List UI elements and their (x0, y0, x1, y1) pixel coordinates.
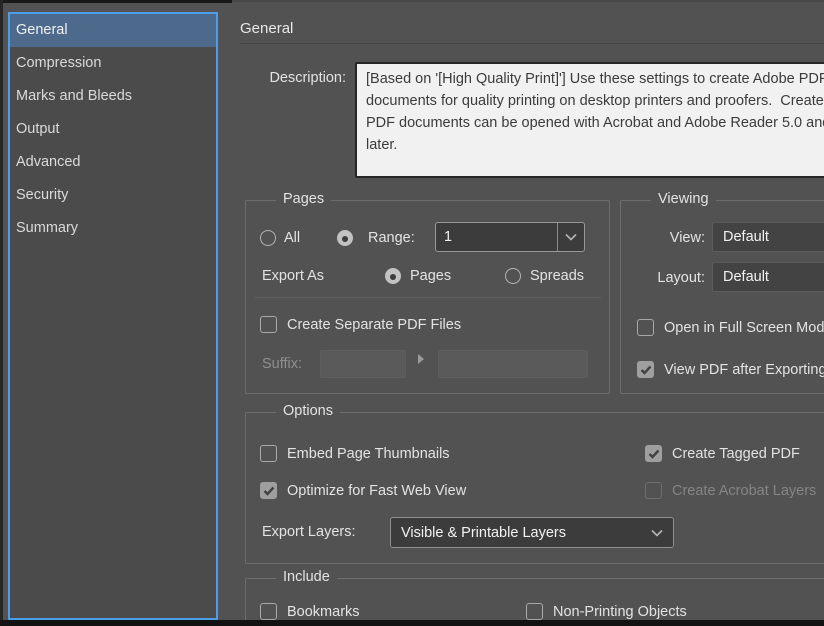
non-printing-objects-checkbox[interactable] (526, 603, 543, 620)
embed-thumbnails-label: Embed Page Thumbnails (287, 439, 450, 469)
optimize-fast-web-checkbox[interactable] (260, 482, 277, 499)
page-range-combobox[interactable]: 1 (435, 222, 585, 252)
options-group-legend: Options (276, 403, 340, 419)
embed-thumbnails-checkbox[interactable] (260, 445, 277, 462)
sidebar-item-output[interactable]: Output (10, 113, 216, 146)
export-as-pages-label: Pages (410, 261, 451, 291)
optimize-fast-web-label: Optimize for Fast Web View (287, 476, 466, 506)
checkmark-icon (263, 486, 275, 496)
export-as-pages-radio[interactable] (385, 268, 401, 284)
sidebar-item-marks-and-bleeds[interactable]: Marks and Bleeds (10, 80, 216, 113)
export-layers-dropdown[interactable]: Visible & Printable Layers (390, 517, 674, 548)
description-line: PDF documents can be opened with Acrobat… (366, 112, 824, 134)
view-pdf-after-export-label: View PDF after Exporting (664, 355, 824, 385)
export-as-spreads-radio[interactable] (505, 268, 521, 284)
description-textarea[interactable]: [Based on '[High Quality Print]'] Use th… (355, 62, 824, 178)
description-line: documents for quality printing on deskto… (366, 90, 824, 112)
viewing-group: Viewing View: Default Layout: Default Op… (620, 200, 824, 394)
create-tagged-pdf-checkbox[interactable] (645, 445, 662, 462)
sidebar-item-advanced[interactable]: Advanced (10, 146, 216, 179)
sidebar-item-compression[interactable]: Compression (10, 47, 216, 80)
sidebar-item-summary[interactable]: Summary (10, 212, 216, 245)
settings-category-list: General Compression Marks and Bleeds Out… (8, 12, 218, 620)
description-label: Description: (240, 70, 346, 86)
export-layers-label: Export Layers: (262, 517, 356, 548)
suffix-preview-input (438, 350, 588, 378)
chevron-down-icon (651, 529, 663, 537)
arrow-right-icon (417, 353, 425, 365)
sidebar-item-general[interactable]: General (10, 14, 216, 47)
layout-label: Layout: (621, 263, 705, 293)
pages-all-label: All (284, 223, 300, 253)
suffix-label: Suffix: (262, 349, 302, 379)
description-line: later. (366, 134, 824, 156)
view-pdf-after-export-checkbox[interactable] (637, 361, 654, 378)
view-dropdown[interactable]: Default (712, 222, 824, 252)
view-label: View: (621, 223, 705, 253)
bookmarks-checkbox[interactable] (260, 603, 277, 620)
open-fullscreen-checkbox[interactable] (637, 319, 654, 336)
window-left-edge (0, 0, 3, 626)
page-range-dropdown-button[interactable] (557, 223, 584, 251)
pages-range-radio[interactable] (337, 230, 353, 246)
checkmark-icon (648, 449, 660, 459)
page-range-value[interactable]: 1 (436, 229, 557, 245)
header-divider (240, 43, 824, 44)
open-fullscreen-label: Open in Full Screen Mode (664, 313, 824, 343)
create-acrobat-layers-checkbox (645, 482, 662, 499)
window-top-left-edge (0, 0, 232, 3)
create-tagged-pdf-label: Create Tagged PDF (672, 439, 800, 469)
create-acrobat-layers-label: Create Acrobat Layers (672, 476, 816, 506)
export-layers-value: Visible & Printable Layers (391, 525, 651, 541)
view-dropdown-value: Default (713, 229, 824, 245)
pages-group: Pages All Range: 1 Export As Pages Sprea… (245, 200, 610, 394)
chevron-down-icon (565, 233, 577, 241)
description-line: [Based on '[High Quality Print]'] Use th… (366, 68, 824, 90)
viewing-group-legend: Viewing (651, 191, 716, 207)
pages-range-label: Range: (368, 223, 415, 253)
checkmark-icon (640, 365, 652, 375)
export-pdf-dialog: General Compression Marks and Bleeds Out… (0, 0, 824, 626)
layout-dropdown-value: Default (713, 269, 824, 285)
sidebar-item-security[interactable]: Security (10, 179, 216, 212)
options-group: Options Embed Page Thumbnails Create Tag… (245, 412, 824, 564)
create-separate-pdf-checkbox[interactable] (260, 316, 277, 333)
pages-group-divider (254, 297, 601, 298)
include-group: Include Bookmarks Non-Printing Objects (245, 578, 824, 626)
include-group-legend: Include (276, 569, 337, 585)
create-separate-pdf-label: Create Separate PDF Files (287, 310, 461, 340)
pages-group-legend: Pages (276, 191, 331, 207)
window-bottom-edge (0, 620, 824, 626)
page-title: General (240, 20, 293, 37)
layout-dropdown[interactable]: Default (712, 262, 824, 292)
export-as-label: Export As (262, 261, 324, 291)
suffix-input (320, 350, 406, 378)
export-as-spreads-label: Spreads (530, 261, 584, 291)
pages-all-radio[interactable] (260, 230, 276, 246)
